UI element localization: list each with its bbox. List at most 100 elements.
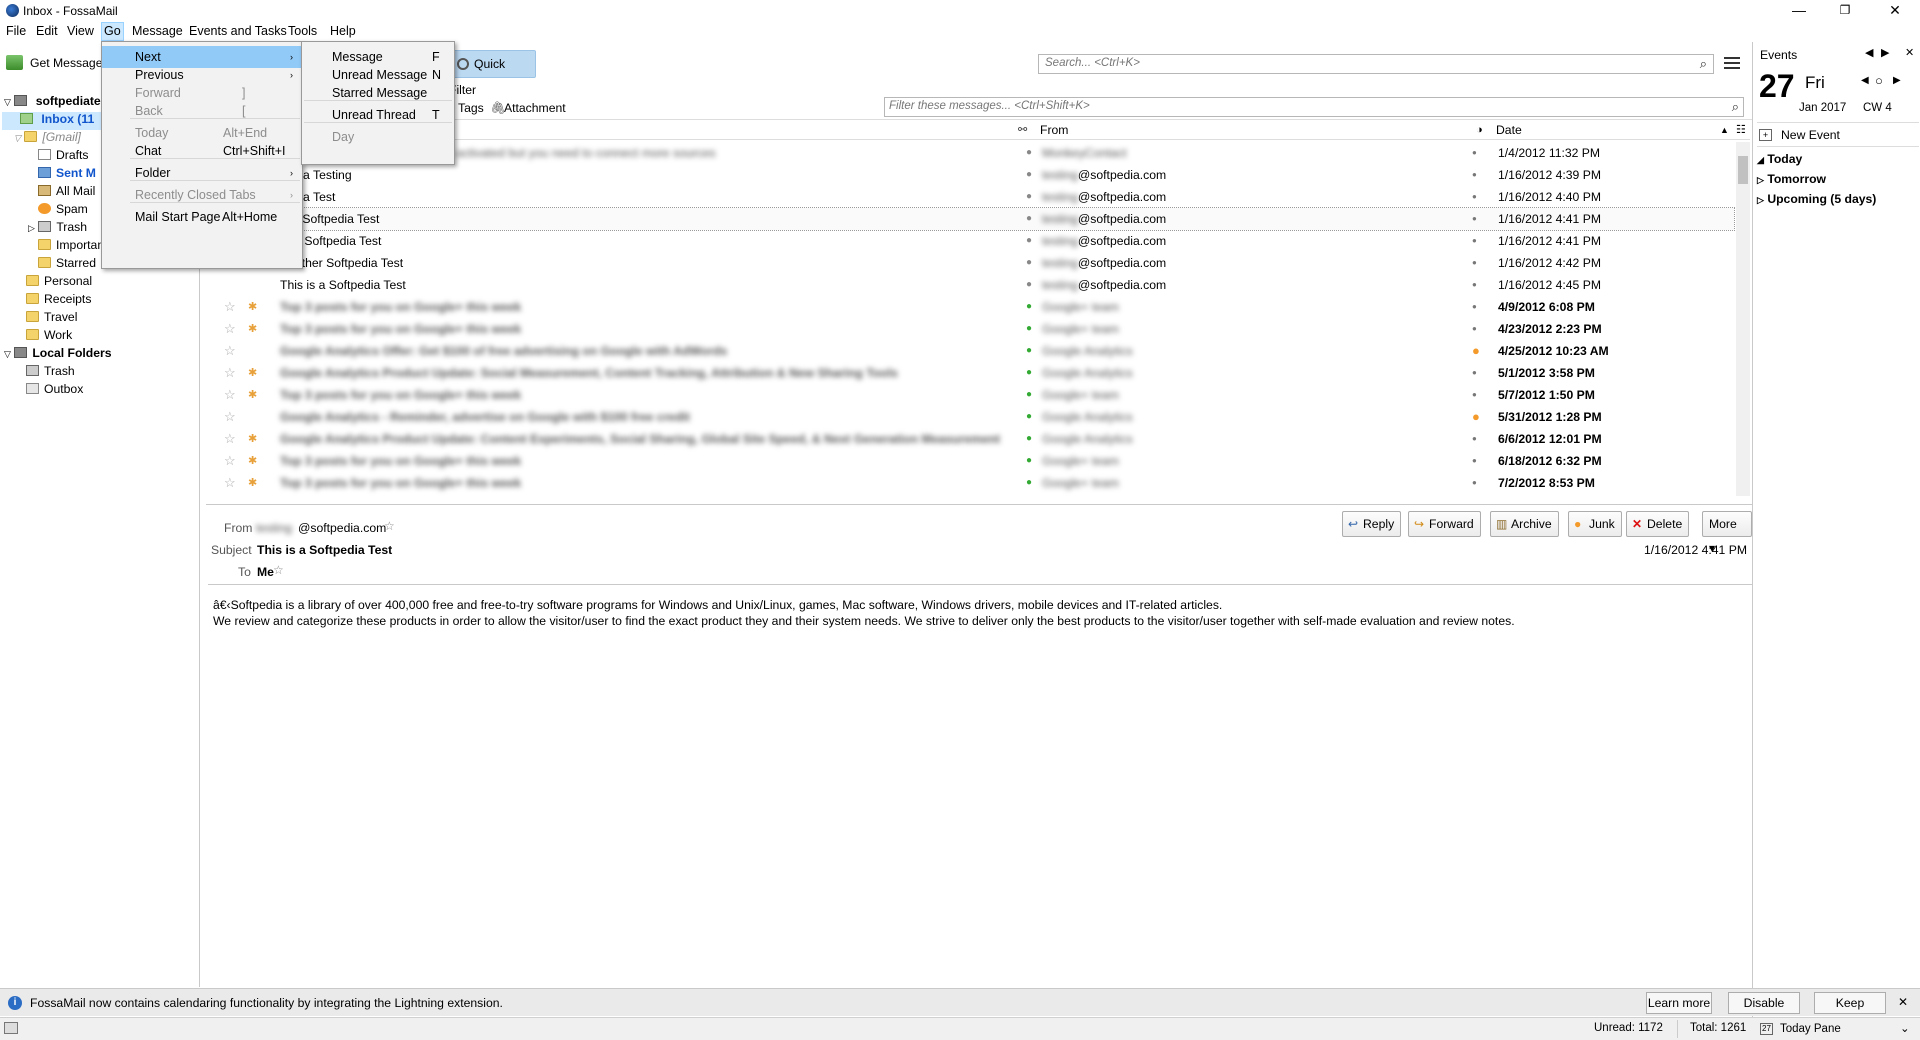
junk-flame-icon[interactable]: ● (1472, 340, 1480, 362)
folder-work[interactable]: Work (26, 328, 72, 346)
close-notification-icon[interactable]: ✕ (1898, 995, 1908, 1009)
junk-status-dot[interactable]: ● (1472, 428, 1477, 450)
star-icon[interactable]: ☆ (224, 428, 236, 450)
read-status-icon[interactable]: ● (1026, 428, 1032, 450)
filter-messages-input[interactable]: Filter these messages... <Ctrl+Shift+K> … (884, 97, 1744, 117)
disable-button[interactable]: Disable (1728, 992, 1800, 1014)
junk-status-dot[interactable]: ● (1472, 230, 1477, 252)
prev-day-icon[interactable]: ◀ (1861, 75, 1869, 86)
read-status-icon[interactable]: ● (1026, 208, 1032, 230)
junk-status-dot[interactable]: ● (1472, 252, 1477, 274)
star-icon[interactable]: ☆ (224, 362, 236, 384)
junk-status-dot[interactable]: ● (1472, 472, 1477, 494)
star-icon[interactable]: ☆ (224, 340, 236, 362)
read-status-icon[interactable]: ● (1026, 362, 1032, 384)
star-icon[interactable]: ☆ (224, 472, 236, 494)
junk-status-dot[interactable]: ● (1472, 318, 1477, 340)
table-row[interactable]: This is a Softpedia Test ● testing@softped… (206, 274, 1734, 296)
forward-button[interactable]: ↪ Forward (1408, 511, 1481, 537)
unread-dot-icon[interactable]: ✱ (248, 450, 257, 472)
menu-tools[interactable]: Tools (288, 24, 317, 38)
folder-trash[interactable]: ▷ Trash (28, 220, 87, 238)
local-outbox[interactable]: Outbox (26, 382, 83, 400)
folder-spam[interactable]: Spam (38, 202, 88, 220)
star-icon[interactable]: ☆ (224, 296, 236, 318)
menu-file[interactable]: File (6, 24, 26, 38)
table-row[interactable]: ☆ Google Analytics Offer: Get $100 of fre… (206, 340, 1734, 362)
table-row[interactable]: ☆ ✱ Top 3 posts for you on Google+ this we… (206, 296, 1734, 318)
menu-help[interactable]: Help (330, 24, 356, 38)
column-picker-icon[interactable]: ☷ (1736, 120, 1746, 140)
thread-column-icon[interactable]: ⚯ (1018, 120, 1027, 140)
next-menu-item-unread-thread[interactable]: Unread Thread T (302, 104, 454, 126)
menu-events-and-tasks[interactable]: Events and Tasks (189, 24, 287, 38)
read-status-icon[interactable]: ● (1026, 472, 1032, 494)
local-folders[interactable]: ▽ Local Folders (4, 346, 112, 364)
read-status-icon[interactable]: ● (1026, 164, 1032, 186)
prev-arrow-icon[interactable]: ◀ (1865, 46, 1873, 59)
junk-button[interactable]: ● Junk (1568, 511, 1622, 537)
junk-flame-icon[interactable]: ● (1472, 406, 1480, 428)
keep-button[interactable]: Keep (1814, 992, 1886, 1014)
table-row[interactable]: ☆ ✱ Google Analytics Product Update: Conte… (206, 428, 1734, 450)
table-row[interactable]: ther Softpedia Test ● testing@softpedia.co… (206, 230, 1734, 252)
folder-personal[interactable]: Personal (26, 274, 92, 292)
new-event-button[interactable]: + New Event (1757, 124, 1917, 146)
table-row[interactable]: ☆ ✱ Top 3 posts for you on Google+ this we… (206, 384, 1734, 406)
unread-dot-icon[interactable]: ✱ (248, 318, 257, 340)
star-icon[interactable]: ☆ (273, 563, 284, 577)
table-row[interactable]: ☆ ✱ Google Analytics Product Update: Socia… (206, 362, 1734, 384)
folder-receipts[interactable]: Receipts (26, 292, 91, 310)
folder-travel[interactable]: Travel (26, 310, 77, 328)
minimize-button[interactable]: — (1776, 0, 1822, 22)
star-icon[interactable]: ☆ (224, 318, 236, 340)
reply-button[interactable]: ↩ Reply (1342, 511, 1402, 537)
search-icon[interactable]: ⌕ (1700, 56, 1707, 72)
get-messages-button[interactable]: Get Messages (4, 52, 109, 74)
local-trash[interactable]: Trash (26, 364, 75, 382)
folder-sent[interactable]: Sent M (38, 166, 96, 184)
quick-filter-button[interactable]: Quick Filter (448, 50, 536, 97)
next-arrow-icon[interactable]: ▶ (1881, 46, 1889, 59)
column-date[interactable]: Date (1496, 120, 1522, 140)
attachment-filter[interactable]: Attachment (504, 101, 566, 115)
menu-go[interactable]: Go (101, 22, 124, 41)
read-status-icon[interactable]: ● (1026, 450, 1032, 472)
read-status-icon[interactable]: ● (1026, 318, 1032, 340)
close-pane-icon[interactable]: ✕ (1905, 46, 1914, 59)
read-status-icon[interactable]: ● (1026, 230, 1032, 252)
junk-column-icon[interactable]: ◑ (1476, 120, 1483, 140)
app-menu-icon[interactable] (1722, 54, 1742, 72)
next-menu-item-starred-message[interactable]: Starred Message (302, 82, 454, 104)
read-status-icon[interactable]: ● (1026, 142, 1032, 164)
archive-button[interactable]: ▥ Archive (1490, 511, 1559, 537)
star-icon[interactable]: ☆ (224, 450, 236, 472)
agenda-tomorrow[interactable]: ▷ Tomorrow (1757, 170, 1876, 190)
junk-status-dot[interactable]: ● (1472, 296, 1477, 318)
table-row[interactable]: pedia Testing ● testing@softpedia.com ● 1/16… (206, 164, 1734, 186)
table-row[interactable]: ☆ Google Analytics - Reminder, advertise … (206, 406, 1734, 428)
menu-edit[interactable]: Edit (36, 24, 58, 38)
folder-gmail[interactable]: ▽ [Gmail] (14, 130, 81, 148)
junk-status-dot[interactable]: ● (1472, 362, 1477, 384)
folder-starred[interactable]: Starred (38, 256, 96, 274)
column-from[interactable]: From (1040, 120, 1068, 140)
junk-status-dot[interactable]: ● (1472, 186, 1477, 208)
message-list-scrollbar[interactable] (1736, 142, 1750, 496)
folder-drafts[interactable]: Drafts (38, 148, 89, 166)
table-row[interactable]: ☆ ✱ Top 3 posts for you on Google+ this we… (206, 472, 1734, 494)
next-day-icon[interactable]: ▶ (1893, 75, 1901, 86)
close-button[interactable]: ✕ (1872, 0, 1918, 22)
read-status-icon[interactable]: ● (1026, 406, 1032, 428)
junk-status-dot[interactable]: ● (1472, 274, 1477, 296)
table-row[interactable]: ☆ ✱ Top 3 posts for you on Google+ this we… (206, 450, 1734, 472)
tags-filter[interactable]: Tags (458, 101, 484, 115)
unread-dot-icon[interactable]: ✱ (248, 472, 257, 494)
agenda-upcoming[interactable]: ▷ Upcoming (5 days) (1757, 190, 1876, 210)
read-status-icon[interactable]: ● (1026, 340, 1032, 362)
junk-status-dot[interactable]: ● (1472, 208, 1477, 230)
unread-dot-icon[interactable]: ✱ (248, 296, 257, 318)
agenda-today[interactable]: ◢ Today (1757, 150, 1876, 170)
search-input[interactable]: Search... <Ctrl+K> ⌕ (1038, 54, 1714, 74)
delete-button[interactable]: ✕ Delete (1626, 511, 1690, 537)
